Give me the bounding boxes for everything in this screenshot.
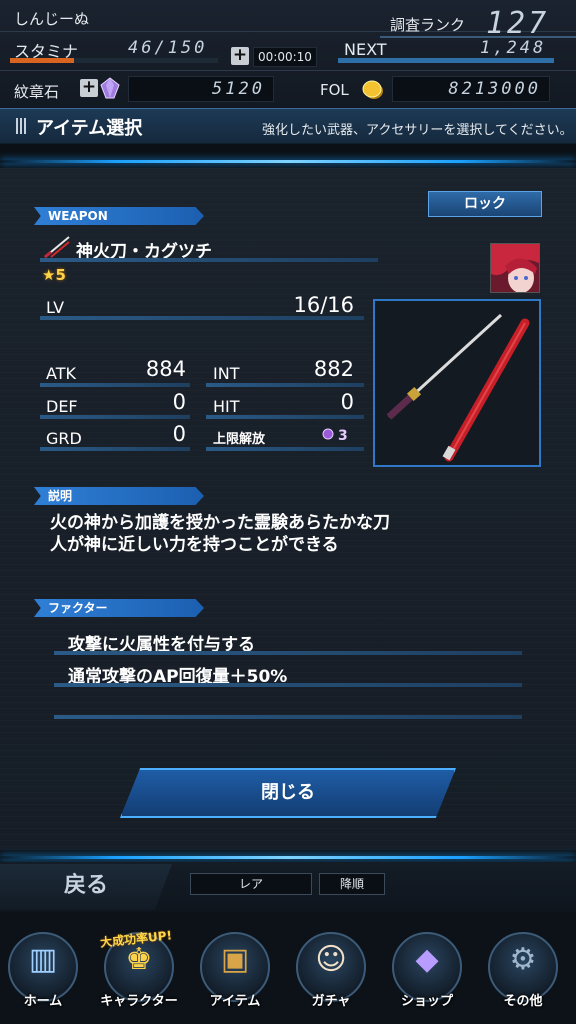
rank-underline	[380, 36, 576, 38]
nav-item[interactable]: ▣ アイテム	[194, 932, 274, 1016]
stamina-value: 46/150	[128, 38, 208, 58]
nav-shop-label: ショップ	[400, 994, 453, 1009]
fol-value: 8213000	[392, 76, 550, 102]
stamina-timer: 00:00:10	[253, 47, 317, 67]
nav-gacha-label: ガチャ	[311, 994, 351, 1009]
factor-3-underline	[54, 715, 522, 719]
weapon-tag: WEAPON	[34, 207, 204, 225]
description-line-1: 火の神から加護を授かった霊験あらたかな刀	[50, 513, 390, 533]
hit-underline	[206, 415, 364, 419]
stamina-recover-button[interactable]: +	[231, 47, 249, 65]
crest-label: 紋章石	[14, 83, 60, 101]
crest-value: 5120	[128, 76, 274, 102]
nav-character-label: キャラクター	[100, 994, 178, 1009]
rank-label: 調査ランク	[390, 16, 466, 34]
exp-bar	[338, 58, 554, 63]
int-value: 882	[313, 357, 354, 381]
grd-value: 0	[172, 422, 186, 446]
limit-break-label: 上限解放	[213, 432, 266, 447]
next-label: NEXT	[344, 40, 387, 59]
grd-label: GRD	[46, 429, 82, 448]
factor-tag: ファクター	[34, 599, 204, 617]
limit-underline	[206, 447, 364, 451]
back-button[interactable]: 戻る	[0, 864, 172, 910]
close-button[interactable]: 閉じる	[120, 768, 456, 818]
character-portrait	[490, 243, 540, 293]
next-value: 1,248	[480, 38, 547, 58]
gear-icon: ⚙	[509, 942, 537, 977]
lv-label: LV	[46, 298, 65, 317]
description-tag: 説明	[34, 487, 204, 505]
player-name: しんじーぬ	[14, 10, 90, 28]
limit-break-gem-icon	[322, 426, 334, 440]
sort-order-button[interactable]: 降順	[319, 873, 385, 895]
coin-icon	[362, 80, 384, 100]
rarity-badge: ★5	[42, 266, 66, 284]
item-icon: ▣	[220, 942, 250, 977]
nav-other-label: その他	[503, 994, 543, 1009]
header-hint: 強化したい武器、アクセサリーを選択してください。	[262, 123, 573, 138]
int-underline	[206, 383, 364, 387]
lv-underline	[40, 316, 364, 320]
def-label: DEF	[46, 397, 78, 416]
weapon-image	[373, 299, 541, 467]
nav-shop[interactable]: ◆ ショップ	[386, 932, 466, 1016]
description-line-2: 人が神に近しい力を持つことができる	[50, 535, 339, 555]
divider	[0, 70, 576, 71]
nav-gacha[interactable]: ☺ ガチャ	[290, 932, 370, 1016]
atk-label: ATK	[46, 364, 76, 383]
nav-home[interactable]: ▥ ホーム	[2, 932, 82, 1016]
limit-break-value: 3	[338, 428, 348, 444]
fol-label: FOL	[320, 81, 349, 99]
name-underline	[40, 258, 378, 262]
def-underline	[40, 415, 190, 419]
home-icon: ▥	[28, 942, 58, 977]
def-value: 0	[172, 390, 186, 414]
lock-button[interactable]: ロック	[428, 191, 542, 217]
int-label: INT	[213, 364, 240, 383]
crest-add-button[interactable]: +	[80, 79, 98, 97]
hit-label: HIT	[213, 397, 240, 416]
nav-item-label: アイテム	[209, 994, 261, 1009]
katana-icon	[42, 234, 72, 260]
gacha-icon: ☺	[315, 942, 347, 977]
hit-value: 0	[340, 390, 354, 414]
header-stripes-icon	[16, 118, 28, 134]
atk-underline	[40, 383, 190, 387]
nav-home-label: ホーム	[23, 994, 63, 1009]
atk-value: 884	[145, 357, 186, 381]
sort-rarity-button[interactable]: レア	[190, 873, 312, 895]
bottom-glow-divider	[0, 856, 576, 859]
lv-value: 16/16	[293, 293, 354, 317]
grd-underline	[40, 447, 190, 451]
shop-icon: ◆	[415, 942, 439, 977]
page-title: アイテム選択	[36, 118, 143, 139]
factor-1-underline	[54, 651, 522, 655]
stamina-bar-fill	[10, 58, 74, 63]
factor-2-underline	[54, 683, 522, 687]
crest-gem-icon	[100, 77, 120, 99]
nav-other[interactable]: ⚙ その他	[482, 932, 562, 1016]
glow-divider	[0, 160, 576, 163]
